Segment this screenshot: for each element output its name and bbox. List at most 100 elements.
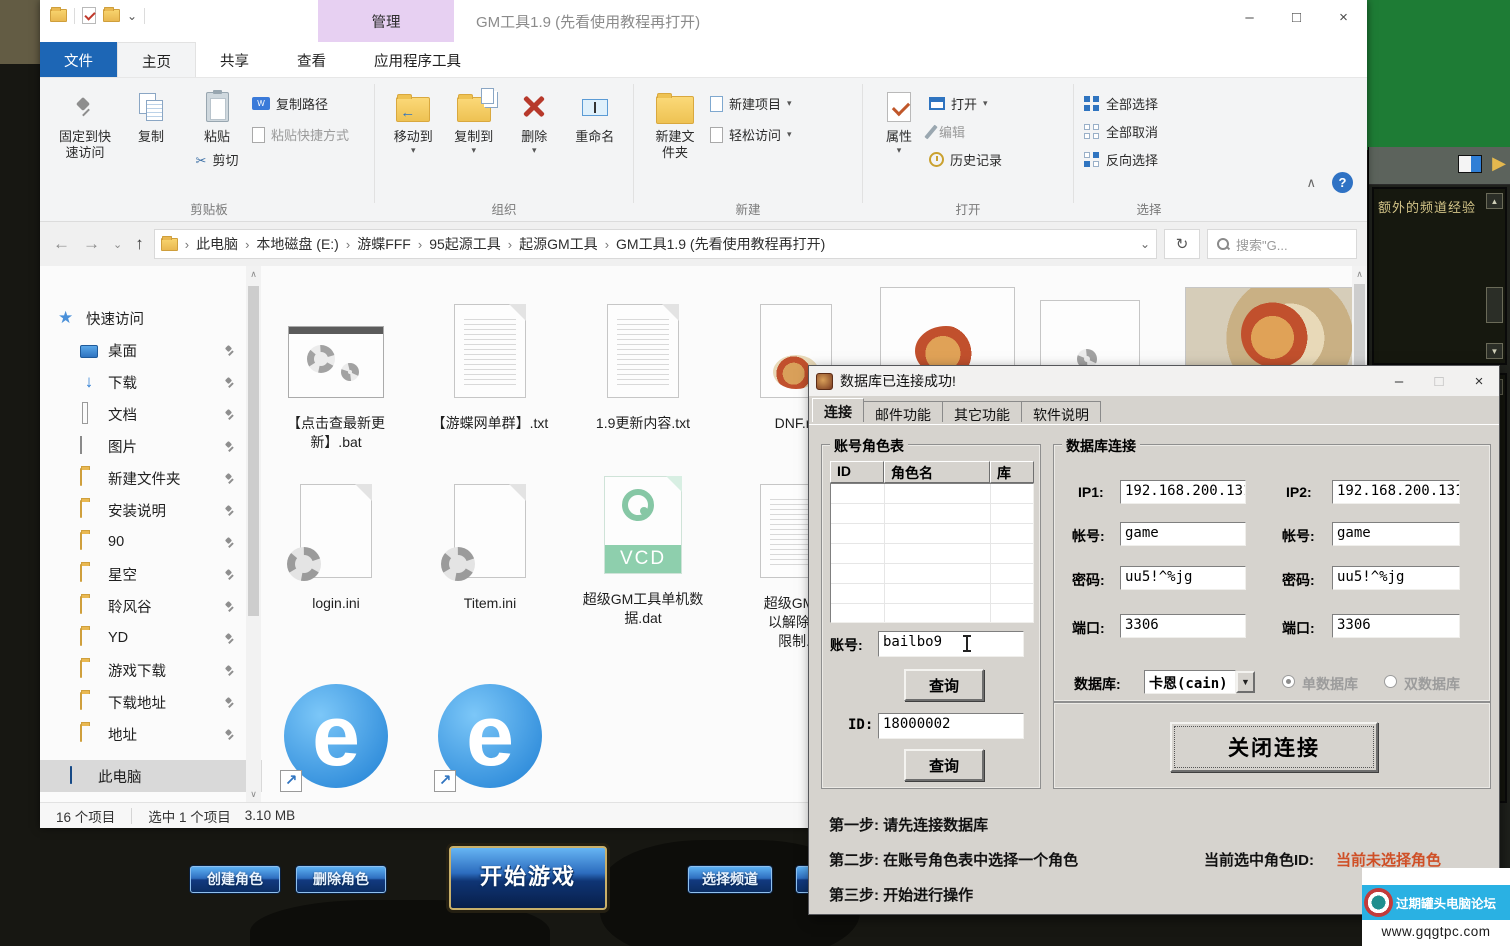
new-folder-button[interactable]: 新建文件夹 <box>644 84 706 203</box>
sidebar-item-folder[interactable]: 聆风谷 <box>40 590 262 622</box>
scrollbar-thumb[interactable] <box>248 286 259 616</box>
breadcrumb[interactable]: › 此电脑 › 本地磁盘 (E:) › 游蝶FFF › 95起源工具 › 起源G… <box>154 229 1157 259</box>
edit-button[interactable]: 编辑 <box>929 122 1002 141</box>
maximize-button[interactable]: □ <box>1273 0 1320 34</box>
sidebar-item-folder[interactable]: 下载地址 <box>40 686 262 718</box>
channel-toggle-icon[interactable] <box>1458 155 1482 173</box>
column-db[interactable]: 库 <box>990 461 1034 483</box>
crumb-drive[interactable]: 本地磁盘 (E:) <box>256 234 338 254</box>
user2-input[interactable]: game <box>1332 522 1460 546</box>
folder-icon[interactable] <box>103 9 120 22</box>
sidebar-scrollbar[interactable]: ∧ ∨ <box>246 266 261 802</box>
sidebar-item-desktop[interactable]: 桌面 <box>40 334 262 366</box>
ip2-input[interactable]: 192.168.200.131 <box>1332 480 1460 504</box>
move-to-button[interactable]: ← 移动到 ▾ <box>385 84 442 203</box>
sidebar-item-quick-access[interactable]: ★ 快速访问 <box>40 302 262 334</box>
address-dropdown-icon[interactable]: ⌄ <box>1140 237 1150 251</box>
file-item-ie-shortcut[interactable]: e ↗ <box>263 678 409 788</box>
dialog-close-button[interactable]: × <box>1459 366 1499 396</box>
tab-view[interactable]: 查看 <box>273 42 350 77</box>
user1-input[interactable]: game <box>1120 522 1246 546</box>
sidebar-item-this-pc[interactable]: 此电脑 <box>40 760 262 792</box>
create-role-button[interactable]: 创建角色 <box>190 866 280 893</box>
pass1-input[interactable]: uu5!^%jg <box>1120 566 1246 590</box>
sidebar-item-folder[interactable]: 游戏下载 <box>40 654 262 686</box>
tab-share[interactable]: 共享 <box>196 42 273 77</box>
search-input[interactable]: 搜索"G... <box>1207 229 1357 259</box>
dialog-maximize-button[interactable]: □ <box>1419 366 1459 396</box>
sidebar-item-folder[interactable]: YD <box>40 622 262 654</box>
query-account-button[interactable]: 查询 <box>904 669 984 701</box>
ribbon-collapse-icon[interactable]: ∧ <box>1306 175 1316 191</box>
id-input[interactable]: 18000002 <box>878 713 1024 739</box>
play-icon[interactable]: ▶ <box>1492 153 1506 173</box>
sidebar-item-downloads[interactable]: ↓ 下载 <box>40 366 262 398</box>
paste-button[interactable]: 粘贴 ✂ 剪切 <box>186 84 248 203</box>
paste-shortcut-button[interactable]: 粘贴快捷方式 <box>252 125 349 144</box>
open-button[interactable]: 打开 ▾ <box>929 94 1002 113</box>
file-item-ini[interactable]: login.ini <box>263 474 409 613</box>
copy-button[interactable]: 复制 <box>120 84 182 203</box>
crumb-current[interactable]: GM工具1.9 (先看使用教程再打开) <box>616 234 825 254</box>
qat-dropdown-icon[interactable]: ⌄ <box>127 9 137 23</box>
select-none-button[interactable]: 全部取消 <box>1084 122 1158 141</box>
single-db-radio[interactable] <box>1282 675 1295 688</box>
scroll-down-icon[interactable]: ∨ <box>246 786 261 802</box>
pass2-input[interactable]: uu5!^%jg <box>1332 566 1460 590</box>
scroll-up-icon[interactable]: ∧ <box>246 266 261 282</box>
sidebar-item-folder[interactable]: 星空 <box>40 558 262 590</box>
file-item-txt[interactable]: 1.9更新内容.txt <box>570 294 716 433</box>
double-db-radio[interactable] <box>1384 675 1397 688</box>
file-item-ie-shortcut[interactable]: e ↗ <box>417 678 563 788</box>
checkbox-doc-icon[interactable] <box>82 7 96 24</box>
crumb-folder[interactable]: 游蝶FFF <box>357 234 411 254</box>
recent-locations-icon[interactable]: ⌄ <box>110 238 125 251</box>
scroll-up-icon[interactable]: ∧ <box>1352 266 1367 282</box>
scrollbar-thumb[interactable] <box>1486 287 1503 323</box>
account-input[interactable]: bailbo9 <box>878 631 1024 657</box>
role-table-body[interactable] <box>830 483 1034 623</box>
copy-to-button[interactable]: 复制到 ▾ <box>446 84 503 203</box>
sidebar-item-folder[interactable]: 90 <box>40 526 262 558</box>
column-role-name[interactable]: 角色名 <box>884 461 990 483</box>
ip1-input[interactable]: 192.168.200.131 <box>1120 480 1246 504</box>
tab-app-tools[interactable]: 应用程序工具 <box>350 42 485 77</box>
start-game-button[interactable]: 开始游戏 <box>449 846 607 910</box>
tab-about[interactable]: 软件说明 <box>1021 401 1101 422</box>
file-item-bat[interactable]: 【点击查最新更新】.bat <box>263 294 409 452</box>
sidebar-item-pictures[interactable]: 图片 <box>40 430 262 462</box>
pin-to-quick-access-button[interactable]: 固定到快速访问 <box>54 84 116 203</box>
scrollbar-thumb[interactable] <box>1354 284 1365 374</box>
select-all-button[interactable]: 全部选择 <box>1084 94 1158 113</box>
tab-connect[interactable]: 连接 <box>812 398 864 422</box>
close-connection-button[interactable]: 关闭连接 <box>1170 722 1378 772</box>
sidebar-item-documents[interactable]: 文档 <box>40 398 262 430</box>
file-item-ini[interactable]: Titem.ini <box>417 474 563 613</box>
back-icon[interactable]: ← <box>50 234 73 254</box>
port2-input[interactable]: 3306 <box>1332 614 1460 638</box>
refresh-button[interactable]: ↻ <box>1164 229 1200 259</box>
db-select[interactable]: 卡恩(cain) <box>1144 670 1236 694</box>
file-item-dat[interactable]: VCD 超级GM工具单机数据.dat <box>570 470 716 628</box>
folder-icon[interactable] <box>50 9 67 22</box>
sidebar-item-folder[interactable]: 新建文件夹 <box>40 462 262 494</box>
select-channel-button[interactable]: 选择频道 <box>688 866 772 893</box>
tab-file[interactable]: 文件 <box>40 42 117 77</box>
scroll-up-icon[interactable]: ▲ <box>1486 193 1503 209</box>
dialog-minimize-button[interactable]: – <box>1379 366 1419 396</box>
file-item-txt[interactable]: 【游蝶网单群】.txt <box>417 294 563 433</box>
easy-access-button[interactable]: 轻松访问 ▾ <box>710 125 792 144</box>
crumb-this-pc[interactable]: 此电脑 <box>196 234 238 254</box>
help-icon[interactable]: ? <box>1332 172 1353 193</box>
tab-other[interactable]: 其它功能 <box>942 401 1022 422</box>
delete-role-button[interactable]: 删除角色 <box>296 866 386 893</box>
cut-button[interactable]: ✂ 剪切 <box>196 153 239 169</box>
db-dropdown-icon[interactable]: ▼ <box>1236 671 1255 693</box>
rename-button[interactable]: 重命名 <box>567 84 624 203</box>
minimize-button[interactable]: – <box>1226 0 1273 34</box>
tab-home[interactable]: 主页 <box>117 42 196 77</box>
copy-path-button[interactable]: W 复制路径 <box>252 94 349 113</box>
crumb-folder[interactable]: 起源GM工具 <box>519 234 598 254</box>
scroll-down-icon[interactable]: ▼ <box>1486 343 1503 359</box>
port1-input[interactable]: 3306 <box>1120 614 1246 638</box>
